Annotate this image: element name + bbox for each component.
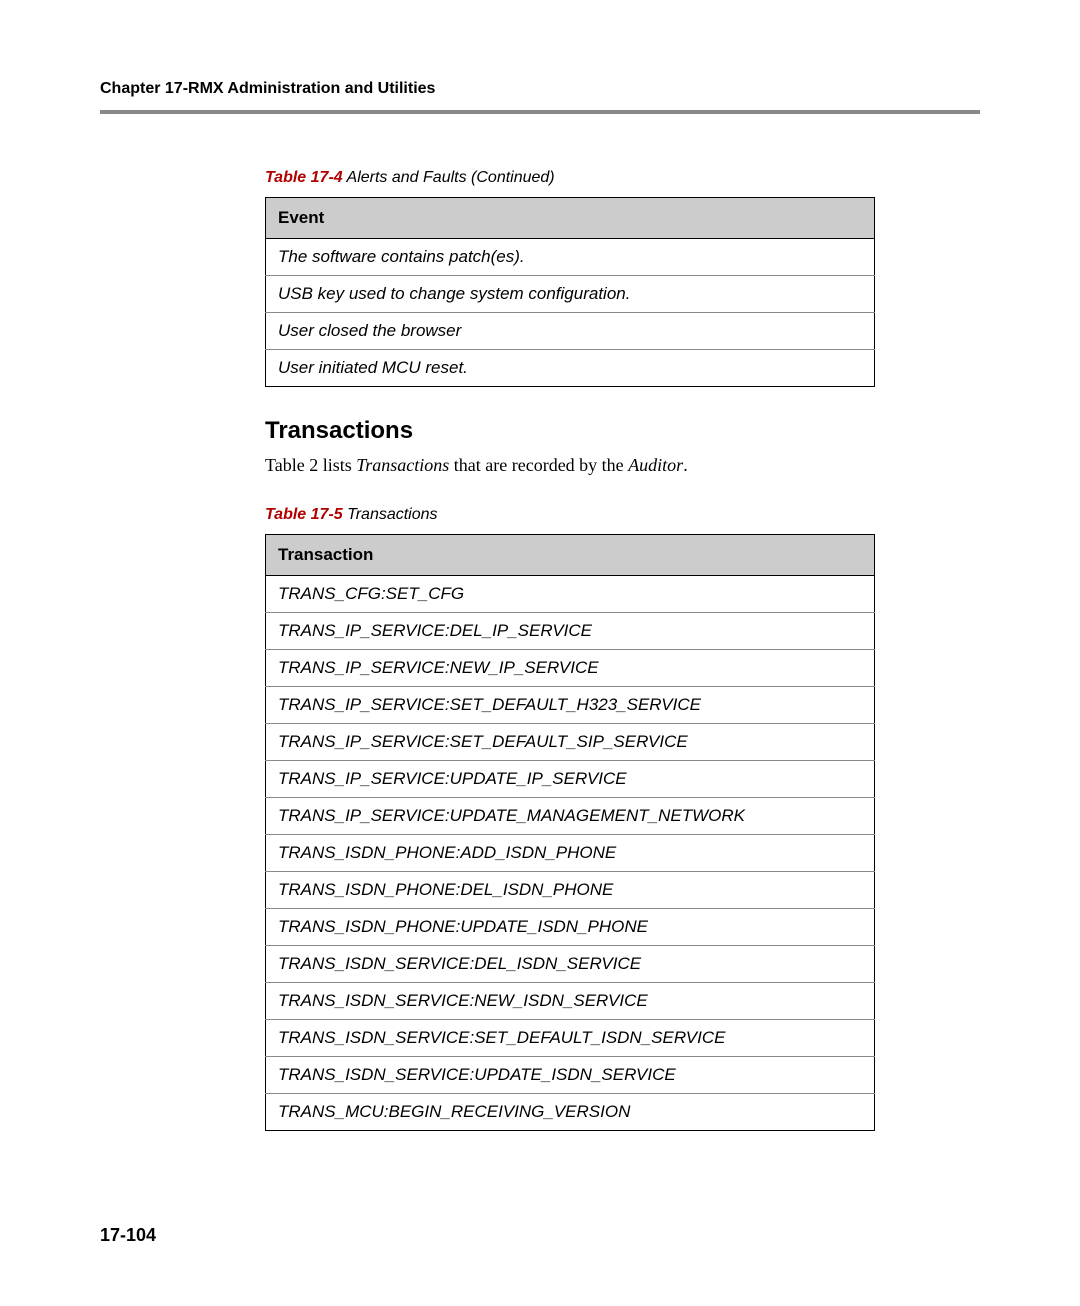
table2-cell: TRANS_IP_SERVICE:DEL_IP_SERVICE [266,613,875,650]
section-heading-transactions: Transactions [265,417,980,445]
alerts-faults-table: Event The software contains patch(es). U… [265,197,875,387]
table2-cell: TRANS_CFG:SET_CFG [266,576,875,613]
table-row: TRANS_IP_SERVICE:SET_DEFAULT_H323_SERVIC… [266,687,875,724]
table-row: The software contains patch(es). [266,239,875,276]
table2-cell: TRANS_IP_SERVICE:UPDATE_IP_SERVICE [266,761,875,798]
table-row: TRANS_ISDN_PHONE:ADD_ISDN_PHONE [266,835,875,872]
body-prefix: Table 2 lists [265,455,356,475]
body-mid: that are recorded by the [449,455,628,475]
table1-cell: USB key used to change system configurat… [266,276,875,313]
table-row: TRANS_ISDN_SERVICE:NEW_ISDN_SERVICE [266,983,875,1020]
table-row: TRANS_IP_SERVICE:SET_DEFAULT_SIP_SERVICE [266,724,875,761]
table-row: User closed the browser [266,313,875,350]
table1-caption-text: Alerts and Faults (Continued) [347,169,555,186]
table2-cell: TRANS_ISDN_SERVICE:DEL_ISDN_SERVICE [266,946,875,983]
table-row: TRANS_IP_SERVICE:UPDATE_MANAGEMENT_NETWO… [266,798,875,835]
table2-cell: TRANS_ISDN_PHONE:DEL_ISDN_PHONE [266,872,875,909]
header-divider [100,110,980,114]
table-row: TRANS_IP_SERVICE:NEW_IP_SERVICE [266,650,875,687]
table2-cell: TRANS_IP_SERVICE:NEW_IP_SERVICE [266,650,875,687]
table-row: TRANS_IP_SERVICE:UPDATE_IP_SERVICE [266,761,875,798]
table2-caption: Table 17-5 Transactions [265,506,980,524]
table-row: TRANS_ISDN_SERVICE:UPDATE_ISDN_SERVICE [266,1057,875,1094]
table2-cell: TRANS_ISDN_SERVICE:UPDATE_ISDN_SERVICE [266,1057,875,1094]
table2-cell: TRANS_ISDN_PHONE:ADD_ISDN_PHONE [266,835,875,872]
table1-cell: User closed the browser [266,313,875,350]
table1-cell: The software contains patch(es). [266,239,875,276]
table2-cell: TRANS_ISDN_PHONE:UPDATE_ISDN_PHONE [266,909,875,946]
body-paragraph: Table 2 lists Transactions that are reco… [265,455,980,476]
table-row: User initiated MCU reset. [266,350,875,387]
table-row: TRANS_ISDN_PHONE:DEL_ISDN_PHONE [266,872,875,909]
table2-cell: TRANS_ISDN_SERVICE:SET_DEFAULT_ISDN_SERV… [266,1020,875,1057]
transactions-table: Transaction TRANS_CFG:SET_CFG TRANS_IP_S… [265,534,875,1131]
body-suffix: . [683,455,688,475]
table1-caption: Table 17-4 Alerts and Faults (Continued) [265,169,980,187]
table-row: TRANS_CFG:SET_CFG [266,576,875,613]
table2-cell: TRANS_IP_SERVICE:SET_DEFAULT_SIP_SERVICE [266,724,875,761]
table-row: TRANS_MCU:BEGIN_RECEIVING_VERSION [266,1094,875,1131]
table2-caption-text: Transactions [347,506,437,523]
table1-cell: User initiated MCU reset. [266,350,875,387]
table2-caption-num: Table 17-5 [265,506,343,523]
table-row: TRANS_ISDN_SERVICE:SET_DEFAULT_ISDN_SERV… [266,1020,875,1057]
table1-header: Event [266,198,875,239]
table-row: USB key used to change system configurat… [266,276,875,313]
table2-cell: TRANS_MCU:BEGIN_RECEIVING_VERSION [266,1094,875,1131]
table2-header: Transaction [266,535,875,576]
table2-cell: TRANS_IP_SERVICE:UPDATE_MANAGEMENT_NETWO… [266,798,875,835]
table2-cell: TRANS_IP_SERVICE:SET_DEFAULT_H323_SERVIC… [266,687,875,724]
table-row: TRANS_ISDN_PHONE:UPDATE_ISDN_PHONE [266,909,875,946]
chapter-title: Chapter 17-RMX Administration and Utilit… [100,80,980,98]
table2-cell: TRANS_ISDN_SERVICE:NEW_ISDN_SERVICE [266,983,875,1020]
table-row: TRANS_IP_SERVICE:DEL_IP_SERVICE [266,613,875,650]
body-em1: Transactions [356,455,449,475]
table1-caption-num: Table 17-4 [265,169,343,186]
body-em2: Auditor [628,455,683,475]
table-row: TRANS_ISDN_SERVICE:DEL_ISDN_SERVICE [266,946,875,983]
page-number: 17-104 [100,1225,156,1246]
